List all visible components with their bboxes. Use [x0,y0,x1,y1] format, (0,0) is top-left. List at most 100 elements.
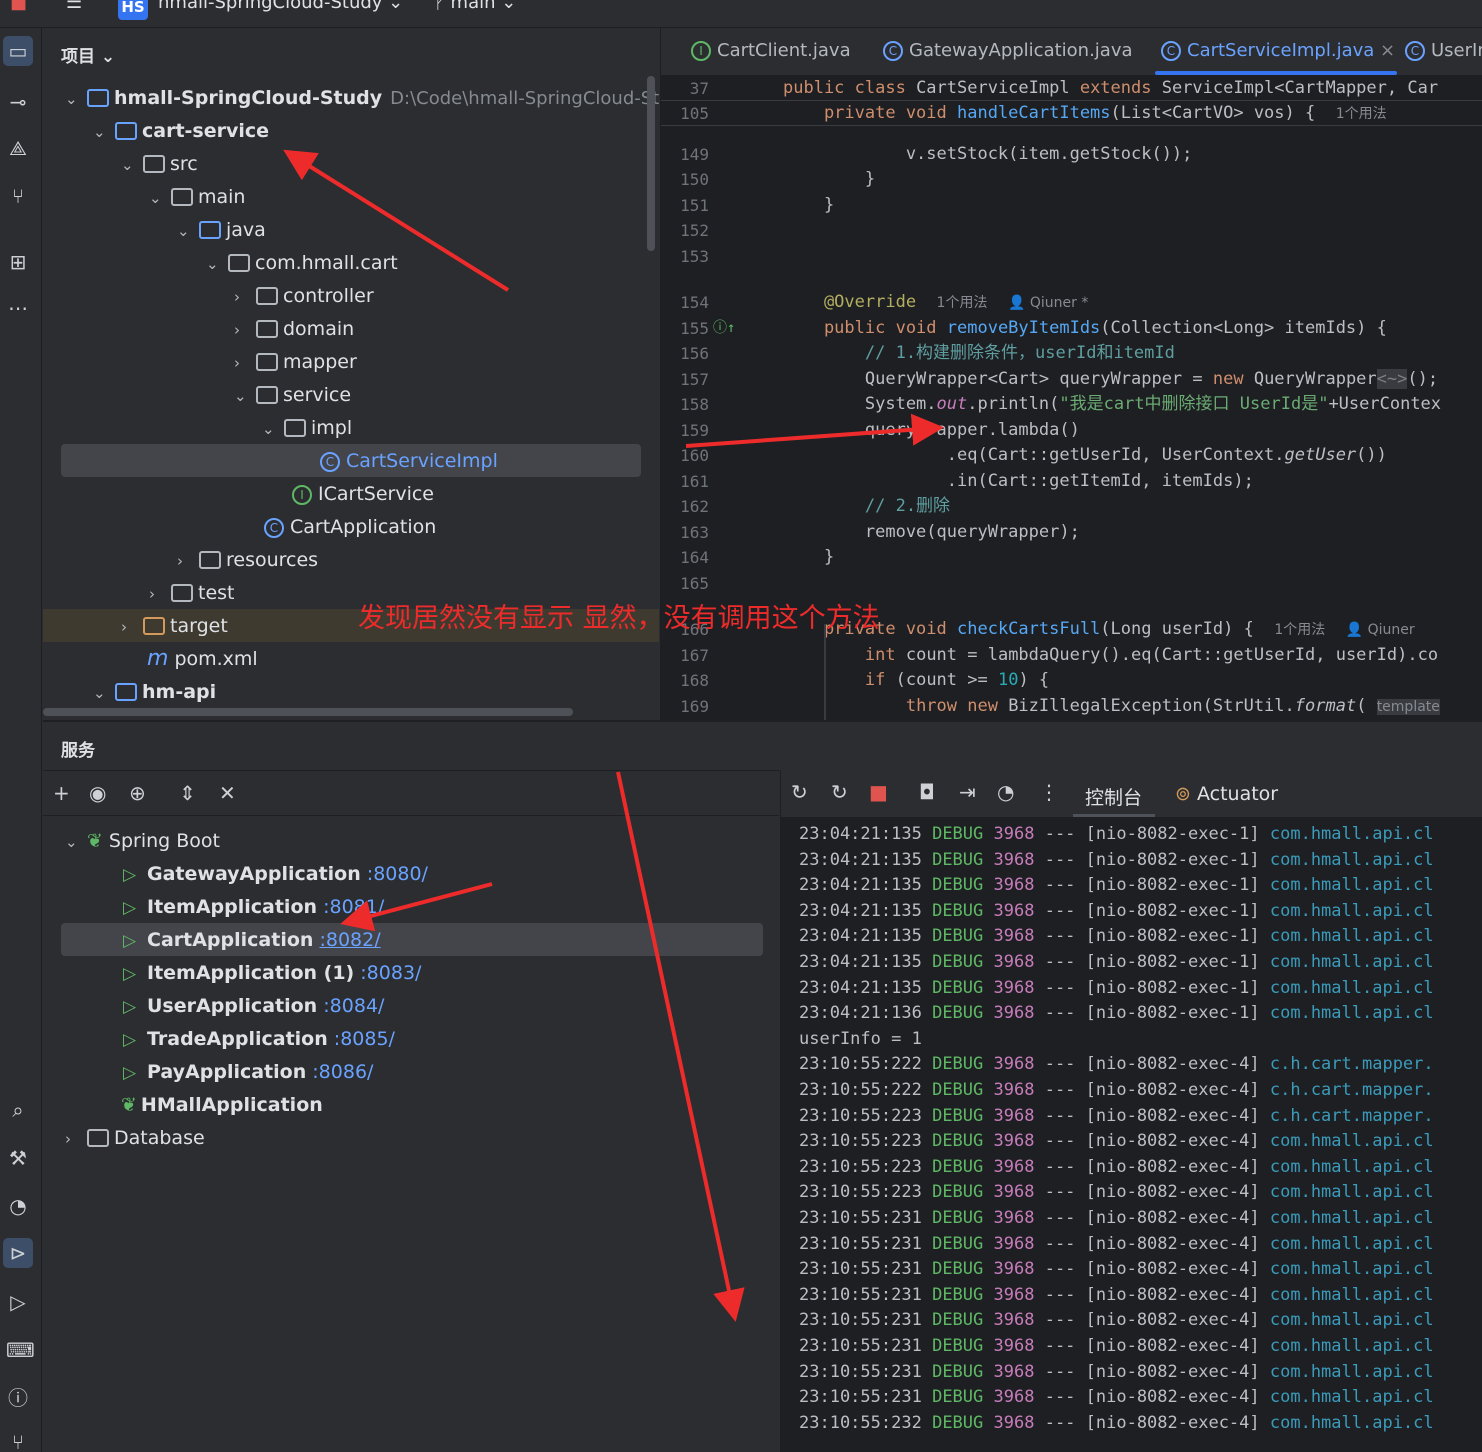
database-group[interactable]: › Database [65,1123,205,1153]
tree-item-resources[interactable]: › resources [177,545,318,575]
code-line[interactable]: 162 // 2.删除 [661,494,1482,519]
tree-item-src[interactable]: ⌄ src [121,149,198,179]
eye-icon[interactable]: ◉ [89,781,106,805]
service-item[interactable]: ▷ TradeApplication :8085/ [123,1024,395,1054]
service-item[interactable]: ▷ GatewayApplication :8080/ [123,859,428,889]
commit-icon[interactable]: ⊸ [6,90,30,114]
code-line[interactable]: 169 throw new BizIllegalException(StrUti… [661,694,1482,719]
code-line[interactable]: 154 @Override 1个用法 👤 Qiuner * [661,290,1482,315]
code-line[interactable]: 159 queryWrapper.lambda() [661,418,1482,443]
pull-request-icon[interactable]: ⑂ [6,184,30,208]
rerun-icon[interactable]: ↻ [791,780,808,804]
tree-item-cartapplication[interactable]: C CartApplication [264,512,436,542]
horizontal-scrollbar[interactable] [43,708,573,716]
service-port-link[interactable]: :8085/ [334,1028,395,1050]
services-icon[interactable]: ⊳ [3,1238,33,1268]
project-folder-icon[interactable]: ▭ [3,36,33,66]
tree-item-hm-api[interactable]: ⌄ hm-api [93,677,216,707]
code-line[interactable]: 156 // 1.构建删除条件，userId和itemId [661,341,1482,366]
code-line[interactable]: 160 .eq(Cart::getUserId, UserContext.get… [661,443,1482,468]
terminal-icon[interactable]: ⌨ [6,1338,35,1362]
project-switcher[interactable]: hmall-SpringCloud-Study ⌄ [158,0,403,13]
code-line[interactable]: 167 int count = lambdaQuery().eq(Cart::g… [661,643,1482,668]
tab-userinfo[interactable]: C UserIn [1405,40,1482,61]
structure-icon[interactable]: ⊞ [6,250,30,274]
sticky-line-37[interactable]: 37 public class CartServiceImpl extends S… [661,76,1482,101]
camera-icon[interactable]: ◘ [919,780,935,804]
branch-switcher[interactable]: ᚹ main ⌄ [434,0,516,13]
tree-item-test[interactable]: › test [149,578,235,608]
expand-all-icon[interactable]: ⇕ [179,781,196,805]
service-port-link[interactable]: :8086/ [312,1061,373,1083]
tree-item-target[interactable]: › target [121,611,228,641]
tree-item-domain[interactable]: › domain [234,314,354,344]
code-line[interactable]: 152 [661,218,1482,243]
tree-item-service[interactable]: ⌄ service [234,380,351,410]
code-line[interactable]: 155 ⓘ↑ public void removeByItemIds(Collec… [661,316,1482,341]
tab-actuator[interactable]: ⊚ Actuator [1175,783,1278,805]
tree-item-mapper[interactable]: › mapper [234,347,357,377]
stop-icon[interactable]: ■ [869,780,888,804]
search-icon[interactable]: ⌕ [6,1098,30,1122]
usage-hint[interactable]: 1个用法 [1274,622,1325,638]
service-item[interactable]: ▷ CartApplication :8082/ [123,925,381,955]
usage-hint[interactable]: 1个用法 [1336,106,1387,122]
vertical-scrollbar[interactable] [647,76,655,251]
author-hint[interactable]: 👤 Qiuner [1346,622,1415,638]
profiler-icon[interactable]: ◔ [997,780,1014,804]
service-port-link[interactable]: :8083/ [360,962,421,984]
service-item[interactable]: ▷ UserApplication :8084/ [123,991,384,1021]
main-menu-icon[interactable]: ☰ [66,0,82,13]
tab-gatewayapplication[interactable]: C GatewayApplication.java [883,40,1133,61]
code-line[interactable]: 158 System.out.println("我是cart中删除接口 User… [661,392,1482,417]
code-line[interactable]: 153 [661,244,1482,269]
tree-item-main[interactable]: ⌄ main [149,182,245,212]
tree-item-pom[interactable]: m pom.xml [147,644,258,674]
author-hint[interactable]: 👤 Qiuner * [1008,295,1088,311]
rerun-debug-icon[interactable]: ↻ [831,780,848,804]
tree-item-impl[interactable]: ⌄ impl [262,413,352,443]
code-line[interactable]: 161 .in(Cart::getItemId, itemIds); [661,469,1482,494]
service-port-link[interactable]: :8081/ [323,896,384,918]
tree-item-cart-service[interactable]: ⌄ cart-service [93,116,269,146]
service-item[interactable]: ❦ HMallApplication [121,1090,323,1120]
service-item[interactable]: ▷ ItemApplication (1) :8083/ [123,958,421,988]
git-icon[interactable]: ⟁ [6,136,30,160]
tree-item-icartservice[interactable]: I ICartService [292,479,434,509]
tree-item-java[interactable]: ⌄ java [177,215,266,245]
more-icon[interactable]: ⋯ [6,296,30,320]
git-branch-icon[interactable]: ⑂ [6,1430,30,1452]
profiler-icon[interactable]: ◔ [6,1194,30,1218]
tab-console[interactable]: 控制台 [1085,783,1142,810]
spring-boot-group[interactable]: ⌄ ❦ Spring Boot [65,826,220,856]
tab-cartclient[interactable]: I CartClient.java [691,40,851,61]
sticky-line-105[interactable]: 105 private void handleCartItems(List<Ca… [661,101,1482,126]
problems-icon[interactable]: ⓘ [6,1386,30,1410]
more-icon[interactable]: ⋮ [1039,780,1059,804]
tab-cartserviceimpl[interactable]: C CartServiceImpl.java × [1161,40,1395,61]
code-line[interactable]: 168 if (count >= 10) { [661,668,1482,693]
code-line[interactable]: 165 [661,571,1482,596]
tree-item-root[interactable]: ⌄ hmall-SpringCloud-Study D:\Code\hmall-Sp… [65,83,659,113]
panel-title[interactable]: 项目 ⌄ [61,42,115,67]
service-item[interactable]: ▷ PayApplication :8086/ [123,1057,373,1087]
close-icon[interactable]: × [1380,40,1395,61]
code-line[interactable]: 151 } [661,193,1482,218]
tree-item-package[interactable]: ⌄ com.hmall.cart [206,248,398,278]
tree-item-cartserviceimpl[interactable]: C CartServiceImpl [320,446,498,476]
code-line[interactable]: 149 v.setStock(item.getStock()); [661,142,1482,167]
app-logo-icon[interactable]: ■ [10,0,27,13]
service-port-link[interactable]: :8082/ [319,929,380,951]
code-line[interactable]: 164 } [661,545,1482,570]
add-icon[interactable]: + [53,781,70,805]
run-icon[interactable]: ▷ [6,1290,30,1314]
code-line[interactable]: 163 remove(queryWrapper); [661,520,1482,545]
usage-hint[interactable]: 1个用法 [937,295,988,311]
build-icon[interactable]: ⚒ [6,1146,30,1170]
collapse-all-icon[interactable]: ✕ [219,781,236,805]
code-line[interactable]: 157 QueryWrapper<Cart> queryWrapper = ne… [661,367,1482,392]
implements-gutter-icon[interactable]: ⓘ↑ [713,316,735,341]
new-group-icon[interactable]: ⊕ [129,781,146,805]
code-line[interactable]: 150 } [661,167,1482,192]
service-port-link[interactable]: :8084/ [323,995,384,1017]
